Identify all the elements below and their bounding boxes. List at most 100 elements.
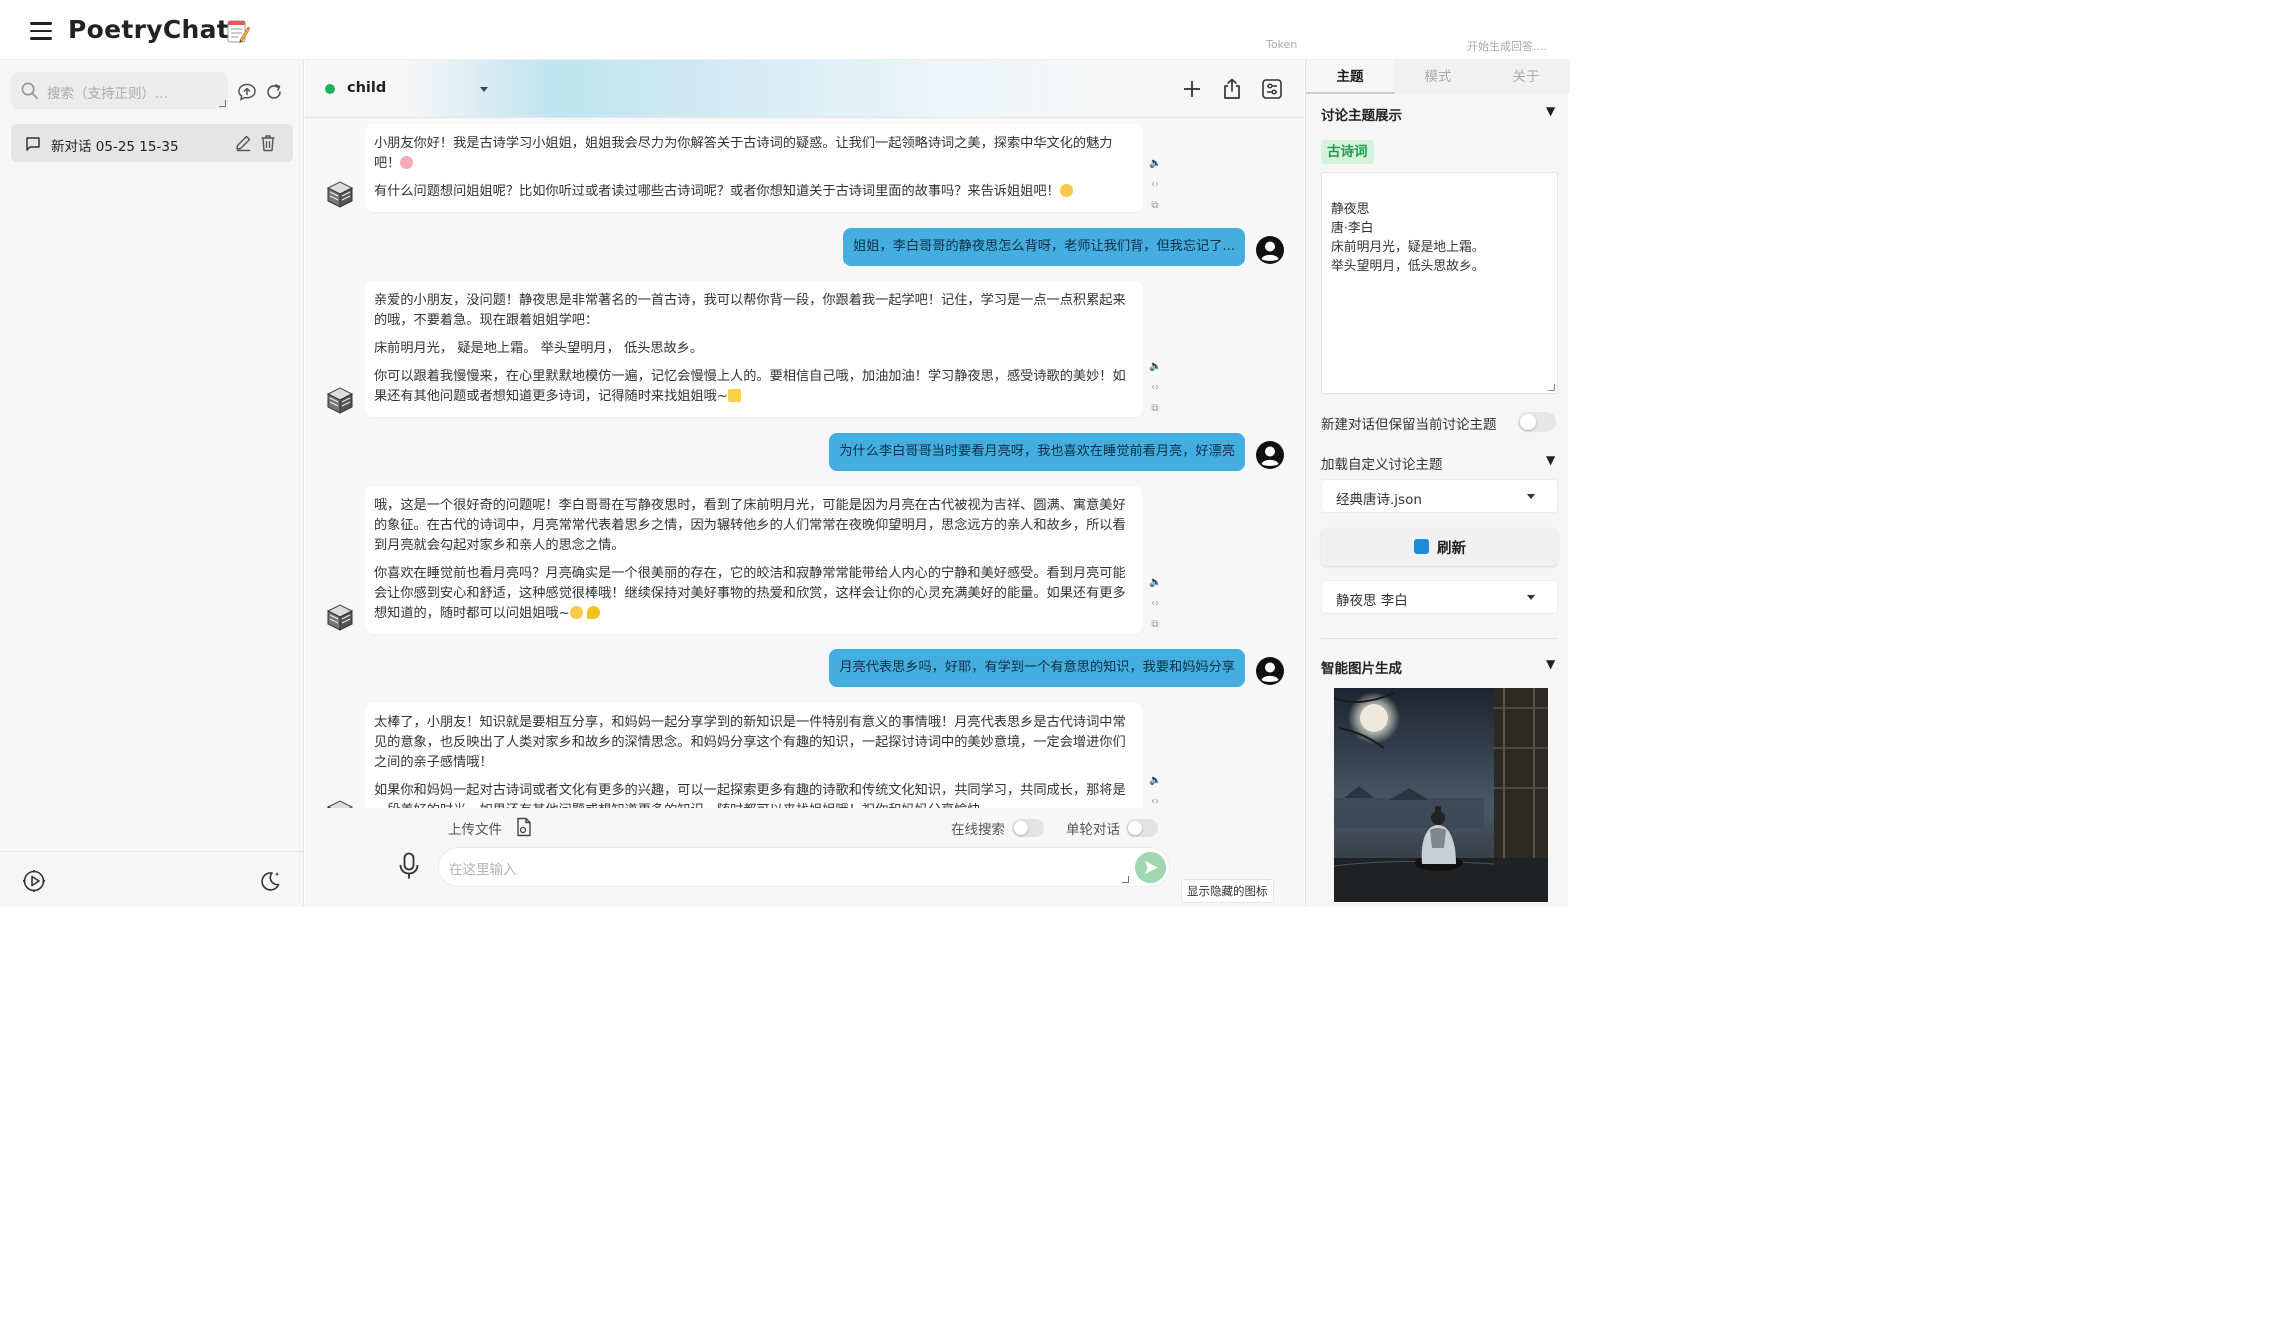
bot-avatar xyxy=(326,800,354,808)
message-paragraph: 你喜欢在睡觉前也看月亮吗？月亮确实是一个很美丽的存在，它的皎洁和寂静常常能带给人… xyxy=(374,566,1126,621)
app-window: PoetryChat Token 开始生成回答.... 搜索（支持正则）... xyxy=(0,0,1570,907)
speaker-icon[interactable]: 🔈 xyxy=(1149,158,1161,170)
message-paragraph: 小朋友你好！我是古诗学习小姐姐，姐姐我会尽力为你解答关于古诗词的疑惑。让我们一起… xyxy=(374,136,1113,171)
speaker-icon[interactable]: 🔈 xyxy=(1149,577,1161,589)
chat-upload-icon[interactable] xyxy=(237,82,257,102)
online-status-dot xyxy=(325,84,335,94)
message-paragraph: 亲爱的小朋友，没问题！静夜思是非常著名的一首古诗，我可以帮你背一段，你跟着我一起… xyxy=(374,293,1126,328)
search-input[interactable]: 搜索（支持正则）... xyxy=(11,72,228,109)
message-paragraph: 床前明月光， 疑是地上霜。 举头望明月， 低头思故乡。 xyxy=(374,341,704,356)
settings-icon[interactable] xyxy=(22,869,46,893)
conversation-title: 新对话 05-25 15-35 xyxy=(51,139,179,155)
bot-avatar xyxy=(326,181,354,208)
custom-topic-title: 加载自定义讨论主题 xyxy=(1321,457,1443,473)
token-label: Token xyxy=(1266,38,1298,51)
app-title: PoetryChat xyxy=(68,15,229,44)
top-bar: PoetryChat Token 开始生成回答.... xyxy=(0,0,1568,60)
tab-theme[interactable]: 主题 xyxy=(1306,60,1394,94)
message-tools: 🔈 ‹› ⧉ xyxy=(1149,577,1163,640)
copy-icon[interactable]: ⧉ xyxy=(1149,403,1161,415)
topic-file-select[interactable]: 经典唐诗.json xyxy=(1321,479,1558,513)
user-avatar-icon xyxy=(1256,236,1284,264)
sparkles-emoji xyxy=(727,389,741,402)
plus-icon[interactable] xyxy=(1180,77,1204,101)
copy-icon[interactable]: ⧉ xyxy=(1149,200,1161,212)
model-selector[interactable]: child xyxy=(347,80,386,96)
message-list: 小朋友你好！我是古诗学习小姐姐，姐姐我会尽力为你解答关于古诗词的疑惑。让我们一起… xyxy=(305,118,1304,808)
collapse-triangle-icon[interactable]: ▼ xyxy=(1546,657,1555,671)
topic-tag: 古诗词 xyxy=(1321,140,1374,164)
bot-avatar xyxy=(326,387,354,414)
single-turn-label: 单轮对话 xyxy=(1066,822,1120,838)
search-icon xyxy=(21,82,38,99)
chat-header: child xyxy=(305,60,1304,118)
resize-handle[interactable] xyxy=(219,100,226,107)
crescent-moon-emoji xyxy=(586,606,600,619)
topic-textarea[interactable]: 静夜思 唐·李白 床前明月光，疑是地上霜。 举头望明月，低头思故乡。 xyxy=(1321,172,1558,394)
chevron-down-icon[interactable] xyxy=(480,87,488,92)
generation-status: 开始生成回答.... xyxy=(1467,40,1547,53)
chat-bubble-icon xyxy=(26,137,40,151)
collapse-triangle-icon[interactable]: ▼ xyxy=(1546,104,1555,118)
right-panel: 主题 模式 关于 讨论主题展示 ▼ 古诗词 静夜思 唐·李白 床前明月光，疑是地… xyxy=(1305,60,1570,907)
collapse-triangle-icon[interactable]: ▼ xyxy=(1546,453,1555,467)
assistant-message: 太棒了，小朋友！知识就是要相互分享，和妈妈一起分享学到的新知识是一件特别有意义的… xyxy=(365,703,1143,808)
tab-about[interactable]: 关于 xyxy=(1482,60,1570,94)
topic-section-title: 讨论主题展示 xyxy=(1321,108,1402,124)
message-input[interactable]: 在这里输入 xyxy=(438,847,1170,887)
code-icon[interactable]: ‹› xyxy=(1149,382,1161,394)
message-tools: 🔈 ‹› ⧉ xyxy=(1149,158,1163,221)
user-message: 姐姐，李白哥哥的静夜思怎么背呀，老师让我们背，但我忘记了... xyxy=(843,228,1245,266)
message-paragraph: 太棒了，小朋友！知识就是要相互分享，和妈妈一起分享学到的新知识是一件特别有意义的… xyxy=(374,715,1126,770)
code-icon[interactable]: ‹› xyxy=(1149,179,1161,191)
keep-topic-label: 新建对话但保留当前讨论主题 xyxy=(1321,417,1497,433)
code-icon[interactable]: ‹› xyxy=(1149,598,1161,610)
dark-mode-icon[interactable] xyxy=(258,869,282,893)
code-icon[interactable]: ‹› xyxy=(1149,796,1161,808)
conversation-item[interactable]: 新对话 05-25 15-35 xyxy=(11,124,293,162)
generated-image xyxy=(1334,688,1548,902)
upload-file-button[interactable]: 上传文件 xyxy=(448,818,502,838)
sidebar: 搜索（支持正则）... 新对话 05-25 15-35 xyxy=(0,60,304,907)
speaker-icon[interactable]: 🔈 xyxy=(1149,361,1161,373)
input-placeholder: 在这里输入 xyxy=(449,862,517,878)
poem-select[interactable]: 静夜思 李白 xyxy=(1321,580,1558,614)
composer: 上传文件 在线搜索 单轮对话 在这里输入 显示隐藏的图标 xyxy=(305,808,1304,907)
edit-icon[interactable] xyxy=(234,134,252,152)
resize-handle[interactable] xyxy=(1548,384,1555,391)
copy-icon[interactable]: ⧉ xyxy=(1149,619,1161,631)
message-paragraph: 你可以跟着我慢慢来，在心里默默地模仿一遍，记忆会慢慢上人的。要相信自己哦，加油加… xyxy=(374,369,1126,404)
smile-emoji xyxy=(1059,184,1073,197)
file-upload-icon[interactable] xyxy=(515,817,533,837)
show-hidden-icons-tooltip[interactable]: 显示隐藏的图标 xyxy=(1181,879,1274,903)
online-search-toggle[interactable] xyxy=(1012,819,1044,837)
single-turn-toggle[interactable] xyxy=(1126,819,1158,837)
speaker-icon[interactable]: 🔈 xyxy=(1149,775,1161,787)
keep-topic-toggle[interactable] xyxy=(1518,412,1556,432)
user-avatar-icon xyxy=(1256,441,1284,469)
hamburger-icon[interactable] xyxy=(30,22,52,40)
settings-sliders-icon[interactable] xyxy=(1260,77,1284,101)
microphone-icon[interactable] xyxy=(398,852,420,880)
trash-icon[interactable] xyxy=(260,134,276,152)
message-paragraph: 有什么问题想问姐姐呢？比如你听过或者读过哪些古诗词呢？或者你想知道关于古诗词里面… xyxy=(374,182,1134,202)
resize-handle[interactable] xyxy=(1122,876,1129,883)
message-tools: 🔈 ‹› ⧉ xyxy=(1149,361,1163,424)
share-icon[interactable] xyxy=(1220,77,1244,101)
tab-mode[interactable]: 模式 xyxy=(1394,60,1482,94)
sidebar-footer xyxy=(0,851,304,907)
chevron-down-icon xyxy=(1527,595,1535,600)
assistant-message: 亲爱的小朋友，没问题！静夜思是非常著名的一首古诗，我可以帮你背一段，你跟着我一起… xyxy=(365,281,1143,417)
panel-tabs: 主题 模式 关于 xyxy=(1306,60,1570,94)
search-placeholder: 搜索（支持正则）... xyxy=(47,86,168,102)
user-message: 月亮代表思乡吗，好耶，有学到一个有意思的知识，我要和妈妈分享 xyxy=(829,649,1245,687)
memo-icon xyxy=(227,20,250,43)
message-paragraph: 哦，这是一个很好奇的问题呢！李白哥哥在写静夜思时，看到了床前明月光，可能是因为月… xyxy=(374,498,1126,553)
chevron-down-icon xyxy=(1527,494,1535,499)
send-button[interactable] xyxy=(1135,852,1166,883)
smile-emoji xyxy=(569,606,583,619)
message-paragraph: 如果你和妈妈一起对古诗词或者文化有更多的兴趣，可以一起探索更多有趣的诗歌和传统文… xyxy=(374,783,1126,808)
refresh-button[interactable]: 刷新 xyxy=(1321,528,1558,566)
heart-face-emoji xyxy=(400,156,414,169)
refresh-icon[interactable] xyxy=(264,82,284,102)
